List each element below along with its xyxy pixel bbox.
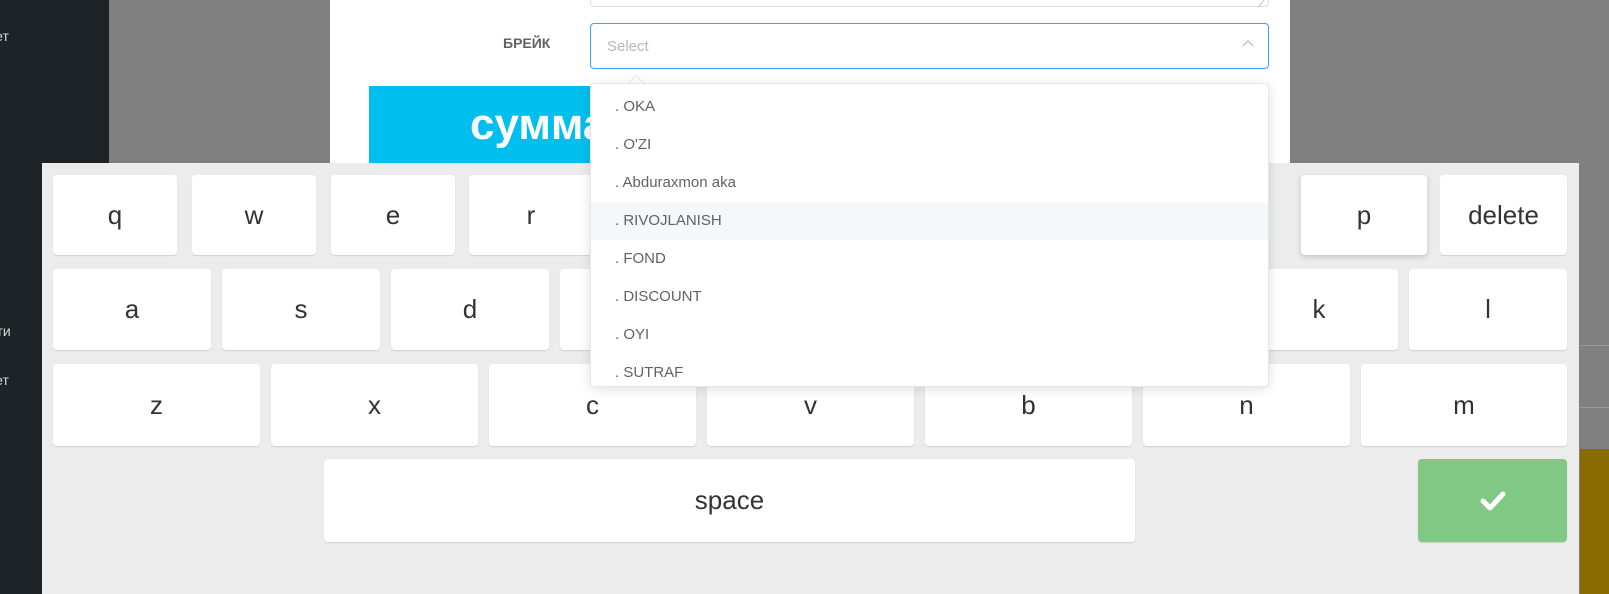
- dropdown-option[interactable]: . DISCOUNT: [591, 278, 1268, 316]
- background-panel: [1580, 449, 1609, 594]
- dropdown-option[interactable]: . SUTRAF: [591, 354, 1268, 386]
- key-x[interactable]: x: [271, 364, 478, 446]
- sidebar-item-report[interactable]: отчет: [0, 28, 35, 44]
- sidebar-item-3[interactable]: и: [0, 175, 8, 191]
- sidebar-item-label: ности: [0, 323, 11, 339]
- dropdown-option[interactable]: . OKA: [591, 88, 1268, 126]
- key-a[interactable]: a: [53, 269, 211, 350]
- comment-textarea[interactable]: [590, 0, 1269, 7]
- space-key[interactable]: space: [324, 459, 1135, 542]
- select-placeholder: Select: [607, 38, 649, 55]
- dropdown-option-hovered[interactable]: . RIVOJLANISH: [591, 202, 1268, 240]
- key-d[interactable]: d: [391, 269, 549, 350]
- key-w[interactable]: w: [192, 175, 316, 255]
- sidebar-item-label: отчет: [0, 372, 9, 388]
- dropdown-option[interactable]: . Abduraxmon aka: [591, 164, 1268, 202]
- key-z[interactable]: z: [53, 364, 260, 446]
- resize-grip-icon[interactable]: ⟋: [1258, 0, 1264, 10]
- key-s[interactable]: s: [222, 269, 380, 350]
- sum-banner-text: сумма: [470, 100, 608, 149]
- key-e[interactable]: e: [331, 175, 455, 255]
- dropdown-option[interactable]: . OYI: [591, 316, 1268, 354]
- sidebar-item-2[interactable]: ов: [0, 126, 15, 142]
- select-dropdown: . OKA . O'ZI . Abduraxmon aka . RIVOJLAN…: [590, 83, 1269, 387]
- key-q[interactable]: q: [53, 175, 177, 255]
- break-select[interactable]: Select: [590, 23, 1269, 69]
- background-divider: [1580, 345, 1609, 346]
- delete-key[interactable]: delete: [1440, 175, 1567, 255]
- dropdown-option[interactable]: . FOND: [591, 240, 1268, 278]
- key-l[interactable]: l: [1409, 269, 1567, 350]
- key-p[interactable]: p: [1301, 175, 1427, 255]
- sidebar-item-label: отчет: [0, 28, 9, 44]
- check-icon: [1480, 491, 1505, 510]
- break-field-label: БРЕЙК: [503, 35, 551, 51]
- enter-key[interactable]: [1418, 459, 1567, 542]
- sidebar-item-4[interactable]: ности: [0, 323, 37, 339]
- key-m[interactable]: m: [1361, 364, 1567, 446]
- chevron-up-icon: [1242, 39, 1254, 47]
- background-divider: [1580, 407, 1609, 408]
- sidebar-item-report-2[interactable]: отчет: [0, 372, 35, 388]
- key-r[interactable]: r: [469, 175, 593, 255]
- dropdown-option[interactable]: . O'ZI: [591, 126, 1268, 164]
